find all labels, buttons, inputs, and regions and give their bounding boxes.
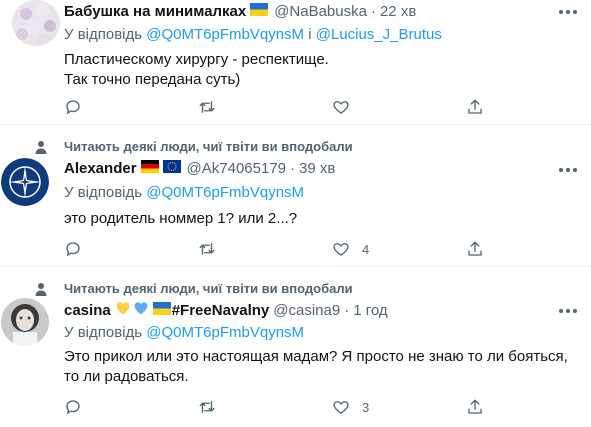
user-handle[interactable]: @casina9: [273, 302, 340, 319]
ukraine-flag-icon: [152, 301, 171, 319]
reply-joiner: і: [308, 26, 312, 43]
tweet-actions: [64, 97, 524, 117]
retweet-icon: [199, 401, 215, 413]
share-button[interactable]: [466, 97, 484, 117]
more-icon[interactable]: [556, 10, 580, 16]
like-count: 3: [362, 399, 370, 415]
yellow-heart-icon: [115, 301, 131, 319]
like-count: 4: [362, 241, 370, 257]
social-context-text: Читають деякі люди, чиї твіти ви вподоба…: [64, 139, 353, 154]
tweet-2[interactable]: Читають деякі люди, чиї твіти ви вподоба…: [0, 125, 591, 266]
timestamp[interactable]: 22 хв: [380, 3, 416, 20]
reply-context: У відповідь @Q0MT6pFmbVqynsM і @Lucius_J…: [64, 26, 442, 43]
mention-link[interactable]: @Q0MT6pFmbVqynsM: [146, 184, 304, 201]
heart-icon: [333, 243, 349, 256]
reply-icon: [66, 100, 80, 115]
heart-icon: [333, 401, 349, 414]
retweet-button[interactable]: [198, 239, 216, 259]
reply-prefix: У відповідь: [64, 324, 143, 341]
tweet-header: Бабушка на минималках @NaBabuska · 22 хв: [64, 3, 416, 20]
reply-context: У відповідь @Q0MT6pFmbVqynsM: [64, 324, 304, 341]
mention-link[interactable]: @Lucius_J_Brutus: [316, 26, 442, 43]
tweet-text: это родитель номмер 1? или 2...?: [64, 209, 297, 229]
retweet-button[interactable]: [198, 97, 216, 117]
display-name[interactable]: Бабушка на минималках: [64, 3, 246, 20]
social-context-text: Читають деякі люди, чиї твіти ви вподоба…: [64, 281, 353, 296]
tweet-header: casina #FreeNavalny @casina9 · 1 год: [64, 301, 388, 319]
separator-dot: ·: [290, 160, 296, 177]
tweet-header: Alexander @Ak74065179 · 39 хв: [64, 160, 335, 177]
display-name-hashtag[interactable]: #FreeNavalny: [172, 302, 270, 319]
share-button[interactable]: [466, 397, 484, 417]
germany-flag-icon: [140, 160, 159, 177]
reply-icon: [66, 242, 80, 257]
avatar[interactable]: [1, 298, 49, 346]
separator-dot: ·: [344, 301, 350, 319]
tweet-3[interactable]: Читають деякі люди, чиї твіти ви вподоба…: [0, 267, 591, 427]
eu-flag-icon: [162, 160, 181, 177]
retweet-button[interactable]: [198, 397, 216, 417]
share-icon: [468, 99, 482, 114]
like-button[interactable]: [332, 97, 350, 117]
tweet-text-line: то ли радоваться.: [64, 368, 189, 385]
avatar-image: [1, 298, 49, 346]
reply-button[interactable]: [64, 397, 82, 417]
like-button[interactable]: 4: [332, 239, 369, 259]
mention-link[interactable]: @Q0MT6pFmbVqynsM: [146, 324, 304, 341]
user-handle[interactable]: @Ak74065179: [187, 160, 286, 177]
reply-button[interactable]: [64, 239, 82, 259]
ukraine-flag-icon: [250, 3, 269, 20]
share-button[interactable]: [466, 239, 484, 259]
more-icon[interactable]: [556, 168, 580, 174]
social-context: Читають деякі люди, чиї твіти ви вподоба…: [35, 139, 353, 154]
timestamp[interactable]: 1 год: [353, 302, 387, 319]
separator-dot: ·: [370, 3, 376, 20]
share-icon: [468, 241, 482, 256]
tweet-text-line: Так точно передана суть): [64, 71, 241, 88]
share-icon: [468, 399, 482, 414]
reply-button[interactable]: [64, 97, 82, 117]
display-name[interactable]: Alexander: [64, 160, 137, 177]
retweet-icon: [199, 101, 215, 113]
more-icon[interactable]: [556, 309, 580, 315]
retweet-icon: [199, 243, 215, 255]
tweet-text: Пластическому хирургу - респектище. Так …: [64, 50, 329, 90]
tweet-text-line: это родитель номмер 1? или 2...?: [64, 210, 298, 227]
reply-context: У відповідь @Q0MT6pFmbVqynsM: [64, 184, 304, 201]
display-name[interactable]: casina: [64, 302, 111, 319]
mention-link[interactable]: @Q0MT6pFmbVqynsM: [146, 26, 304, 43]
tweet-text-line: Это прикол или это настоящая мадам? Я пр…: [64, 348, 568, 365]
reply-prefix: У відповідь: [64, 184, 143, 201]
tweet-actions: 4: [64, 239, 524, 259]
tweet-text: Это прикол или это настоящая мадам? Я пр…: [64, 347, 568, 387]
person-icon: [35, 283, 47, 296]
avatar[interactable]: [12, 0, 60, 46]
reply-prefix: У відповідь: [64, 26, 143, 43]
avatar-image: [1, 158, 49, 206]
blue-heart-icon: [133, 301, 149, 319]
tweet-text-line: Пластическому хирургу - респектище.: [64, 51, 329, 68]
heart-icon: [333, 101, 349, 114]
avatar-image: [12, 0, 60, 46]
timestamp[interactable]: 39 хв: [299, 160, 335, 177]
avatar[interactable]: [1, 158, 49, 206]
like-button[interactable]: 3: [332, 397, 369, 417]
social-context: Читають деякі люди, чиї твіти ви вподоба…: [35, 281, 353, 296]
reply-icon: [66, 400, 80, 415]
tweet-actions: 3: [64, 397, 524, 417]
person-icon: [35, 141, 47, 154]
user-handle[interactable]: @NaBabuska: [274, 3, 367, 20]
tweet-1[interactable]: Бабушка на минималках @NaBabuska · 22 хв…: [0, 0, 591, 124]
